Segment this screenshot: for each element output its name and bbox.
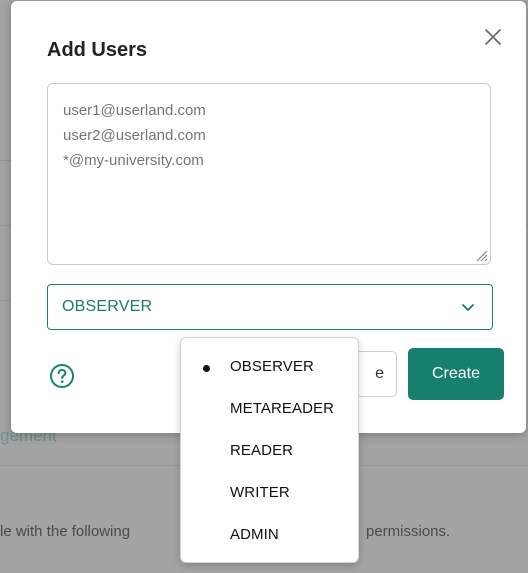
emails-textarea[interactable]: user1@userland.com user2@userland.com *@… (47, 83, 491, 265)
help-circle-icon (50, 364, 74, 388)
role-select-value: OBSERVER (62, 298, 153, 315)
chevron-down-icon (462, 304, 474, 311)
role-option-metareader[interactable]: METAREADER (181, 392, 358, 428)
role-option-label: READER (230, 442, 294, 459)
role-option-admin[interactable]: ADMIN (181, 518, 358, 554)
selected-bullet-icon (203, 365, 210, 372)
role-option-label: WRITER (230, 484, 290, 501)
role-option-writer[interactable]: WRITER (181, 476, 358, 512)
role-select[interactable]: OBSERVER (47, 284, 493, 330)
role-option-reader[interactable]: READER (181, 434, 358, 470)
bg-description-left: le with the following (0, 523, 131, 540)
role-option-observer[interactable]: OBSERVER (181, 350, 358, 386)
role-option-label: ADMIN (230, 526, 279, 543)
bg-description-right: permissions. (366, 523, 451, 540)
dialog-title: Add Users (47, 39, 148, 61)
role-option-label: METAREADER (230, 400, 335, 417)
close-icon (485, 29, 501, 45)
role-option-label: OBSERVER (230, 358, 314, 375)
help-button[interactable] (49, 363, 75, 389)
role-dropdown-menu: OBSERVER METAREADER READER WRITER ADMIN (180, 337, 359, 563)
create-button[interactable]: Create (408, 348, 504, 400)
close-button[interactable] (481, 25, 505, 49)
